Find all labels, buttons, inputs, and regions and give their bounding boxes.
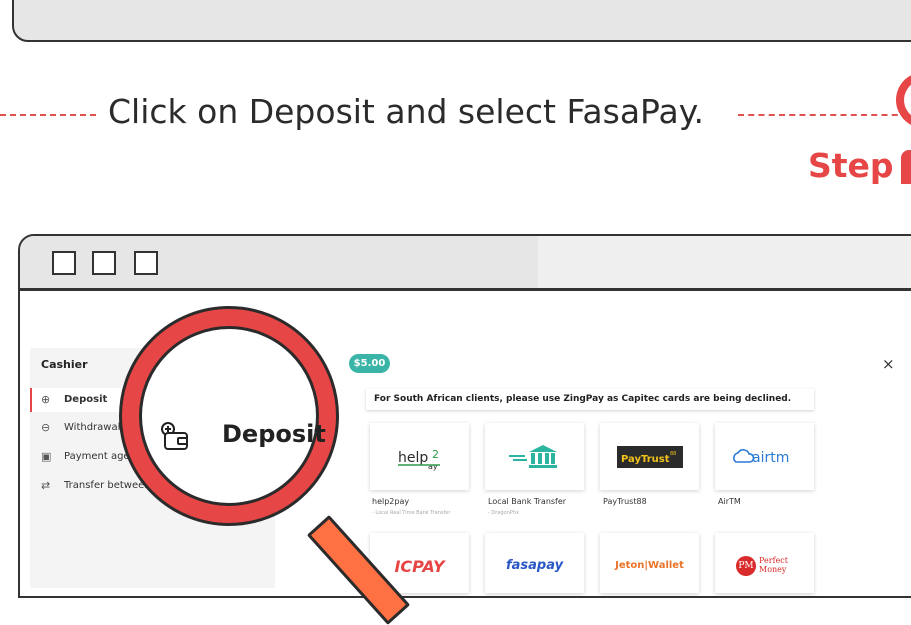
- dash-line-left: [0, 114, 96, 116]
- step-label: Step: [808, 146, 894, 185]
- payment-card-help2pay[interactable]: help 2 ay: [370, 423, 469, 490]
- window-button-1[interactable]: [52, 251, 76, 275]
- payment-name: PayTrust88: [603, 497, 647, 506]
- jeton-logo: Jeton|Wallet: [615, 560, 684, 571]
- instruction-row: Click on Deposit and select FasaPay.: [0, 90, 911, 140]
- fasapay-logo: fasapay: [505, 558, 564, 573]
- payment-card-jeton[interactable]: Jeton|Wallet: [600, 533, 699, 593]
- payment-sub: - DragonPhx: [488, 510, 519, 516]
- payment-name: help2pay: [372, 497, 410, 506]
- payment-card-fasapay[interactable]: fasapay: [485, 533, 584, 593]
- svg-text:88: 88: [670, 451, 676, 457]
- deposit-icon: [161, 422, 188, 450]
- payment-card-perfect-money[interactable]: PM Perfect Money: [715, 533, 814, 593]
- close-icon[interactable]: ×: [882, 355, 895, 373]
- pm-badge-icon: PM: [736, 556, 756, 576]
- balance-badge: $5.00: [349, 354, 390, 373]
- withdrawal-icon: ⊖: [41, 421, 51, 434]
- top-frame: [12, 0, 911, 42]
- payment-card-paytrust[interactable]: PayTrust 88: [600, 423, 699, 490]
- transfer-icon: ⇄: [41, 479, 51, 492]
- payment-sub: - Local Real Time Bank Transfer: [372, 510, 451, 516]
- window-button-3[interactable]: [134, 251, 158, 275]
- svg-text:help: help: [398, 450, 428, 466]
- svg-text:ay: ay: [428, 462, 438, 471]
- address-bar: [538, 236, 911, 288]
- magnifier-glass: [139, 326, 319, 506]
- payment-name: AirTM: [718, 497, 741, 506]
- deposit-icon: ⊕: [41, 393, 51, 406]
- step-number-shape: [901, 150, 911, 184]
- payment-agent-icon: ▣: [41, 450, 52, 463]
- cashier-title: Cashier: [41, 358, 88, 371]
- airtm-logo: airtm: [715, 423, 814, 490]
- instruction-text: Click on Deposit and select FasaPay.: [108, 92, 705, 131]
- payment-card-airtm[interactable]: airtm: [715, 423, 814, 490]
- notice-banner: For South African clients, please use Zi…: [366, 389, 814, 410]
- svg-text:airtm: airtm: [752, 450, 789, 466]
- browser-title-bar: [20, 236, 911, 291]
- payment-name: Local Bank Transfer: [488, 497, 567, 506]
- help2pay-logo: help 2 ay: [370, 423, 469, 490]
- sidebar-item-label: Transfer between: [64, 480, 151, 491]
- dash-line-right: [738, 114, 908, 116]
- svg-text:PayTrust: PayTrust: [621, 454, 670, 465]
- bank-icon: [485, 423, 584, 490]
- payment-card-local-bank[interactable]: [485, 423, 584, 490]
- sidebar-item-label: Withdrawal: [64, 422, 121, 433]
- magnifier-deposit-label: Deposit: [222, 420, 326, 448]
- paytrust-logo: PayTrust 88: [600, 423, 699, 490]
- window-button-2[interactable]: [92, 251, 116, 275]
- svg-text:2: 2: [432, 448, 439, 461]
- sidebar-item-label: Deposit: [64, 394, 108, 405]
- perfect-money-logo: PM Perfect Money: [715, 533, 814, 593]
